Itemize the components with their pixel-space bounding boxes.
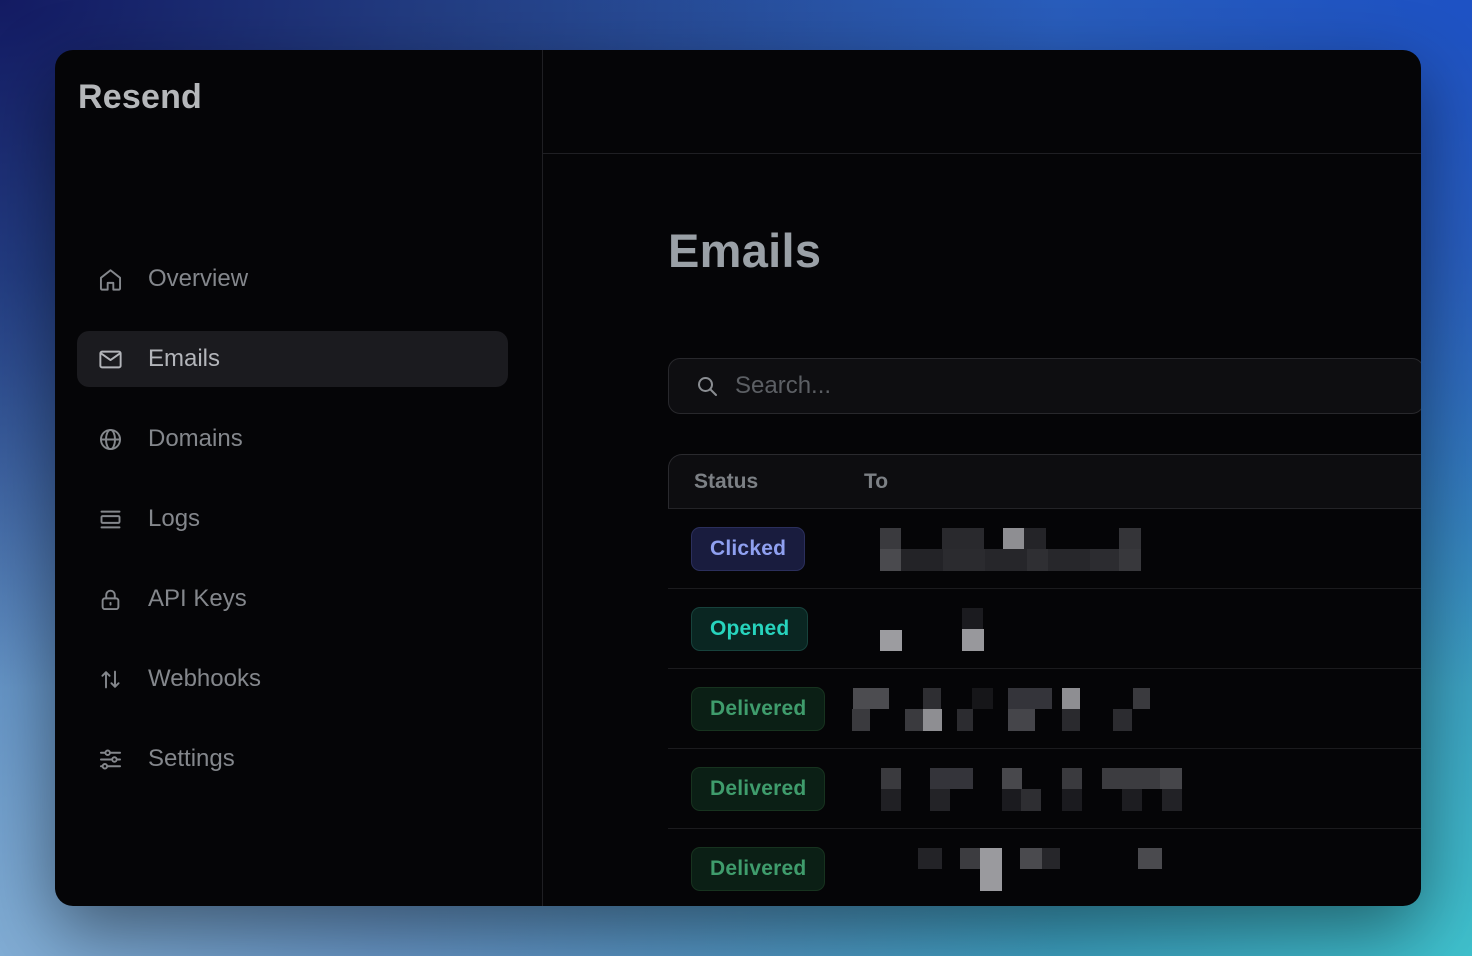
sidebar-item-overview[interactable]: Overview (77, 251, 508, 307)
page-title: Emails (668, 222, 1421, 280)
status-badge: Clicked (691, 527, 805, 571)
sidebar-item-label: Emails (148, 345, 220, 373)
search-placeholder: Search... (735, 372, 831, 400)
table-row[interactable]: Delivered (668, 669, 1421, 749)
status-badge: Delivered (691, 767, 825, 811)
column-header-to: To (864, 470, 888, 494)
sidebar-item-domains[interactable]: Domains (77, 411, 508, 467)
envelope-icon (97, 346, 124, 373)
emails-page: Emails Search... Status To Clicked Opened… (543, 154, 1421, 906)
sidebar-item-settings[interactable]: Settings (77, 731, 508, 787)
top-bar (543, 50, 1421, 154)
sidebar-item-label: Logs (148, 505, 200, 533)
table-header: Status To (668, 454, 1421, 509)
sidebar-item-emails[interactable]: Emails (77, 331, 508, 387)
sidebar-item-label: Settings (148, 745, 235, 773)
home-icon (97, 266, 124, 293)
sidebar-item-label: Overview (148, 265, 248, 293)
table-row[interactable]: Opened (668, 589, 1421, 669)
sidebar-item-logs[interactable]: Logs (77, 491, 508, 547)
emails-table: Status To Clicked Opened Delivered Delivere… (668, 454, 1421, 906)
sidebar-item-label: Webhooks (148, 665, 261, 693)
lock-icon (97, 586, 124, 613)
logs-icon (97, 506, 124, 533)
table-row[interactable]: Clicked (668, 509, 1421, 589)
main-content: Emails Search... Status To Clicked Opened… (543, 50, 1421, 906)
app-window: Resend Overview Emails Domains Logs API Keys… (55, 50, 1421, 906)
table-row[interactable]: Delivered (668, 829, 1421, 906)
table-body: Clicked Opened Delivered Delivered Delivered (668, 509, 1421, 906)
globe-icon (97, 426, 124, 453)
search-icon (695, 374, 719, 398)
sidebar: Resend Overview Emails Domains Logs API Keys… (55, 50, 543, 906)
brand-logo: Resend (78, 78, 542, 117)
status-badge: Opened (691, 607, 808, 651)
sidebar-item-label: Domains (148, 425, 243, 453)
search-input[interactable]: Search... (668, 358, 1421, 414)
sidebar-item-api-keys[interactable]: API Keys (77, 571, 508, 627)
sidebar-nav: Overview Emails Domains Logs API Keys Webhook… (55, 251, 542, 787)
table-row[interactable]: Delivered (668, 749, 1421, 829)
status-badge: Delivered (691, 847, 825, 891)
arrows-up-down-icon (97, 666, 124, 693)
sliders-icon (97, 746, 124, 773)
status-badge: Delivered (691, 687, 825, 731)
sidebar-item-label: API Keys (148, 585, 247, 613)
sidebar-item-webhooks[interactable]: Webhooks (77, 651, 508, 707)
column-header-status: Status (669, 470, 864, 494)
